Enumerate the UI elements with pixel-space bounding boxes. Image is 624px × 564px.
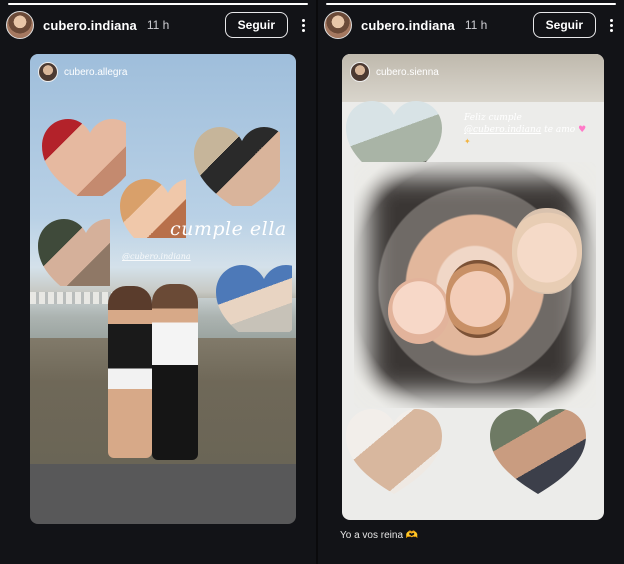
repost-avatar[interactable]: [350, 62, 370, 82]
repost-username[interactable]: cubero.sienna: [376, 67, 439, 78]
story-header: cubero.indiana 11 h Seguir: [6, 10, 310, 40]
girl-right-photo: [152, 284, 198, 460]
story-header: cubero.indiana 11 h Seguir: [324, 10, 618, 40]
story-progress-bar: [8, 3, 308, 5]
girl-face: [446, 260, 510, 338]
repost-avatar[interactable]: [38, 62, 58, 82]
username[interactable]: cubero.indiana: [43, 18, 137, 33]
caption-feliz-cumple: Feliz cumple @cubero.indiana te amo ♥ ✦: [464, 112, 604, 148]
repost-header[interactable]: cubero.allegra: [38, 62, 127, 82]
story-panel-left: cubero.indiana 11 h Seguir cumple ella @…: [0, 0, 316, 564]
story-caption: Yo a vos reina 🫶: [340, 530, 419, 541]
follow-button[interactable]: Seguir: [532, 12, 596, 38]
reposted-story-card[interactable]: cumple ella @cubero.indiana cubero.alleg…: [30, 54, 296, 524]
repost-header[interactable]: cubero.sienna: [350, 62, 439, 82]
reposted-story-card[interactable]: Feliz cumple @cubero.indiana te amo ♥ ✦ …: [342, 54, 604, 520]
caption-line2: te amo: [544, 125, 576, 135]
story-progress-fill: [326, 3, 616, 5]
heart-photo-sisters: [488, 406, 588, 510]
older-girl-face: [512, 208, 582, 294]
repost-username[interactable]: cubero.allegra: [64, 67, 127, 78]
caption-mention[interactable]: @cubero.indiana: [122, 252, 191, 261]
more-options-icon[interactable]: [604, 12, 618, 38]
story-progress-fill: [8, 3, 308, 5]
more-options-icon[interactable]: [296, 12, 310, 38]
timestamp: 11 h: [464, 18, 488, 32]
caption-mention[interactable]: @cubero.indiana: [464, 125, 541, 135]
heart-photo-bed: [344, 406, 456, 518]
follow-button[interactable]: Seguir: [224, 12, 288, 38]
story-progress-bar: [326, 3, 616, 5]
caption-line1: Feliz cumple: [464, 113, 522, 123]
avatar[interactable]: [6, 11, 34, 39]
girl-left-photo: [108, 286, 152, 458]
heart-emoji-icon: ♥: [578, 125, 587, 135]
avatar[interactable]: [324, 11, 352, 39]
timestamp: 11 h: [146, 18, 170, 32]
caption-cumple-ella: cumple ella: [170, 218, 287, 240]
username[interactable]: cubero.indiana: [361, 18, 455, 33]
story-panel-right: cubero.indiana 11 h Seguir Feliz cumple …: [318, 0, 624, 564]
baby-face: [388, 278, 450, 344]
sparkle-icon: ✦: [464, 137, 471, 146]
